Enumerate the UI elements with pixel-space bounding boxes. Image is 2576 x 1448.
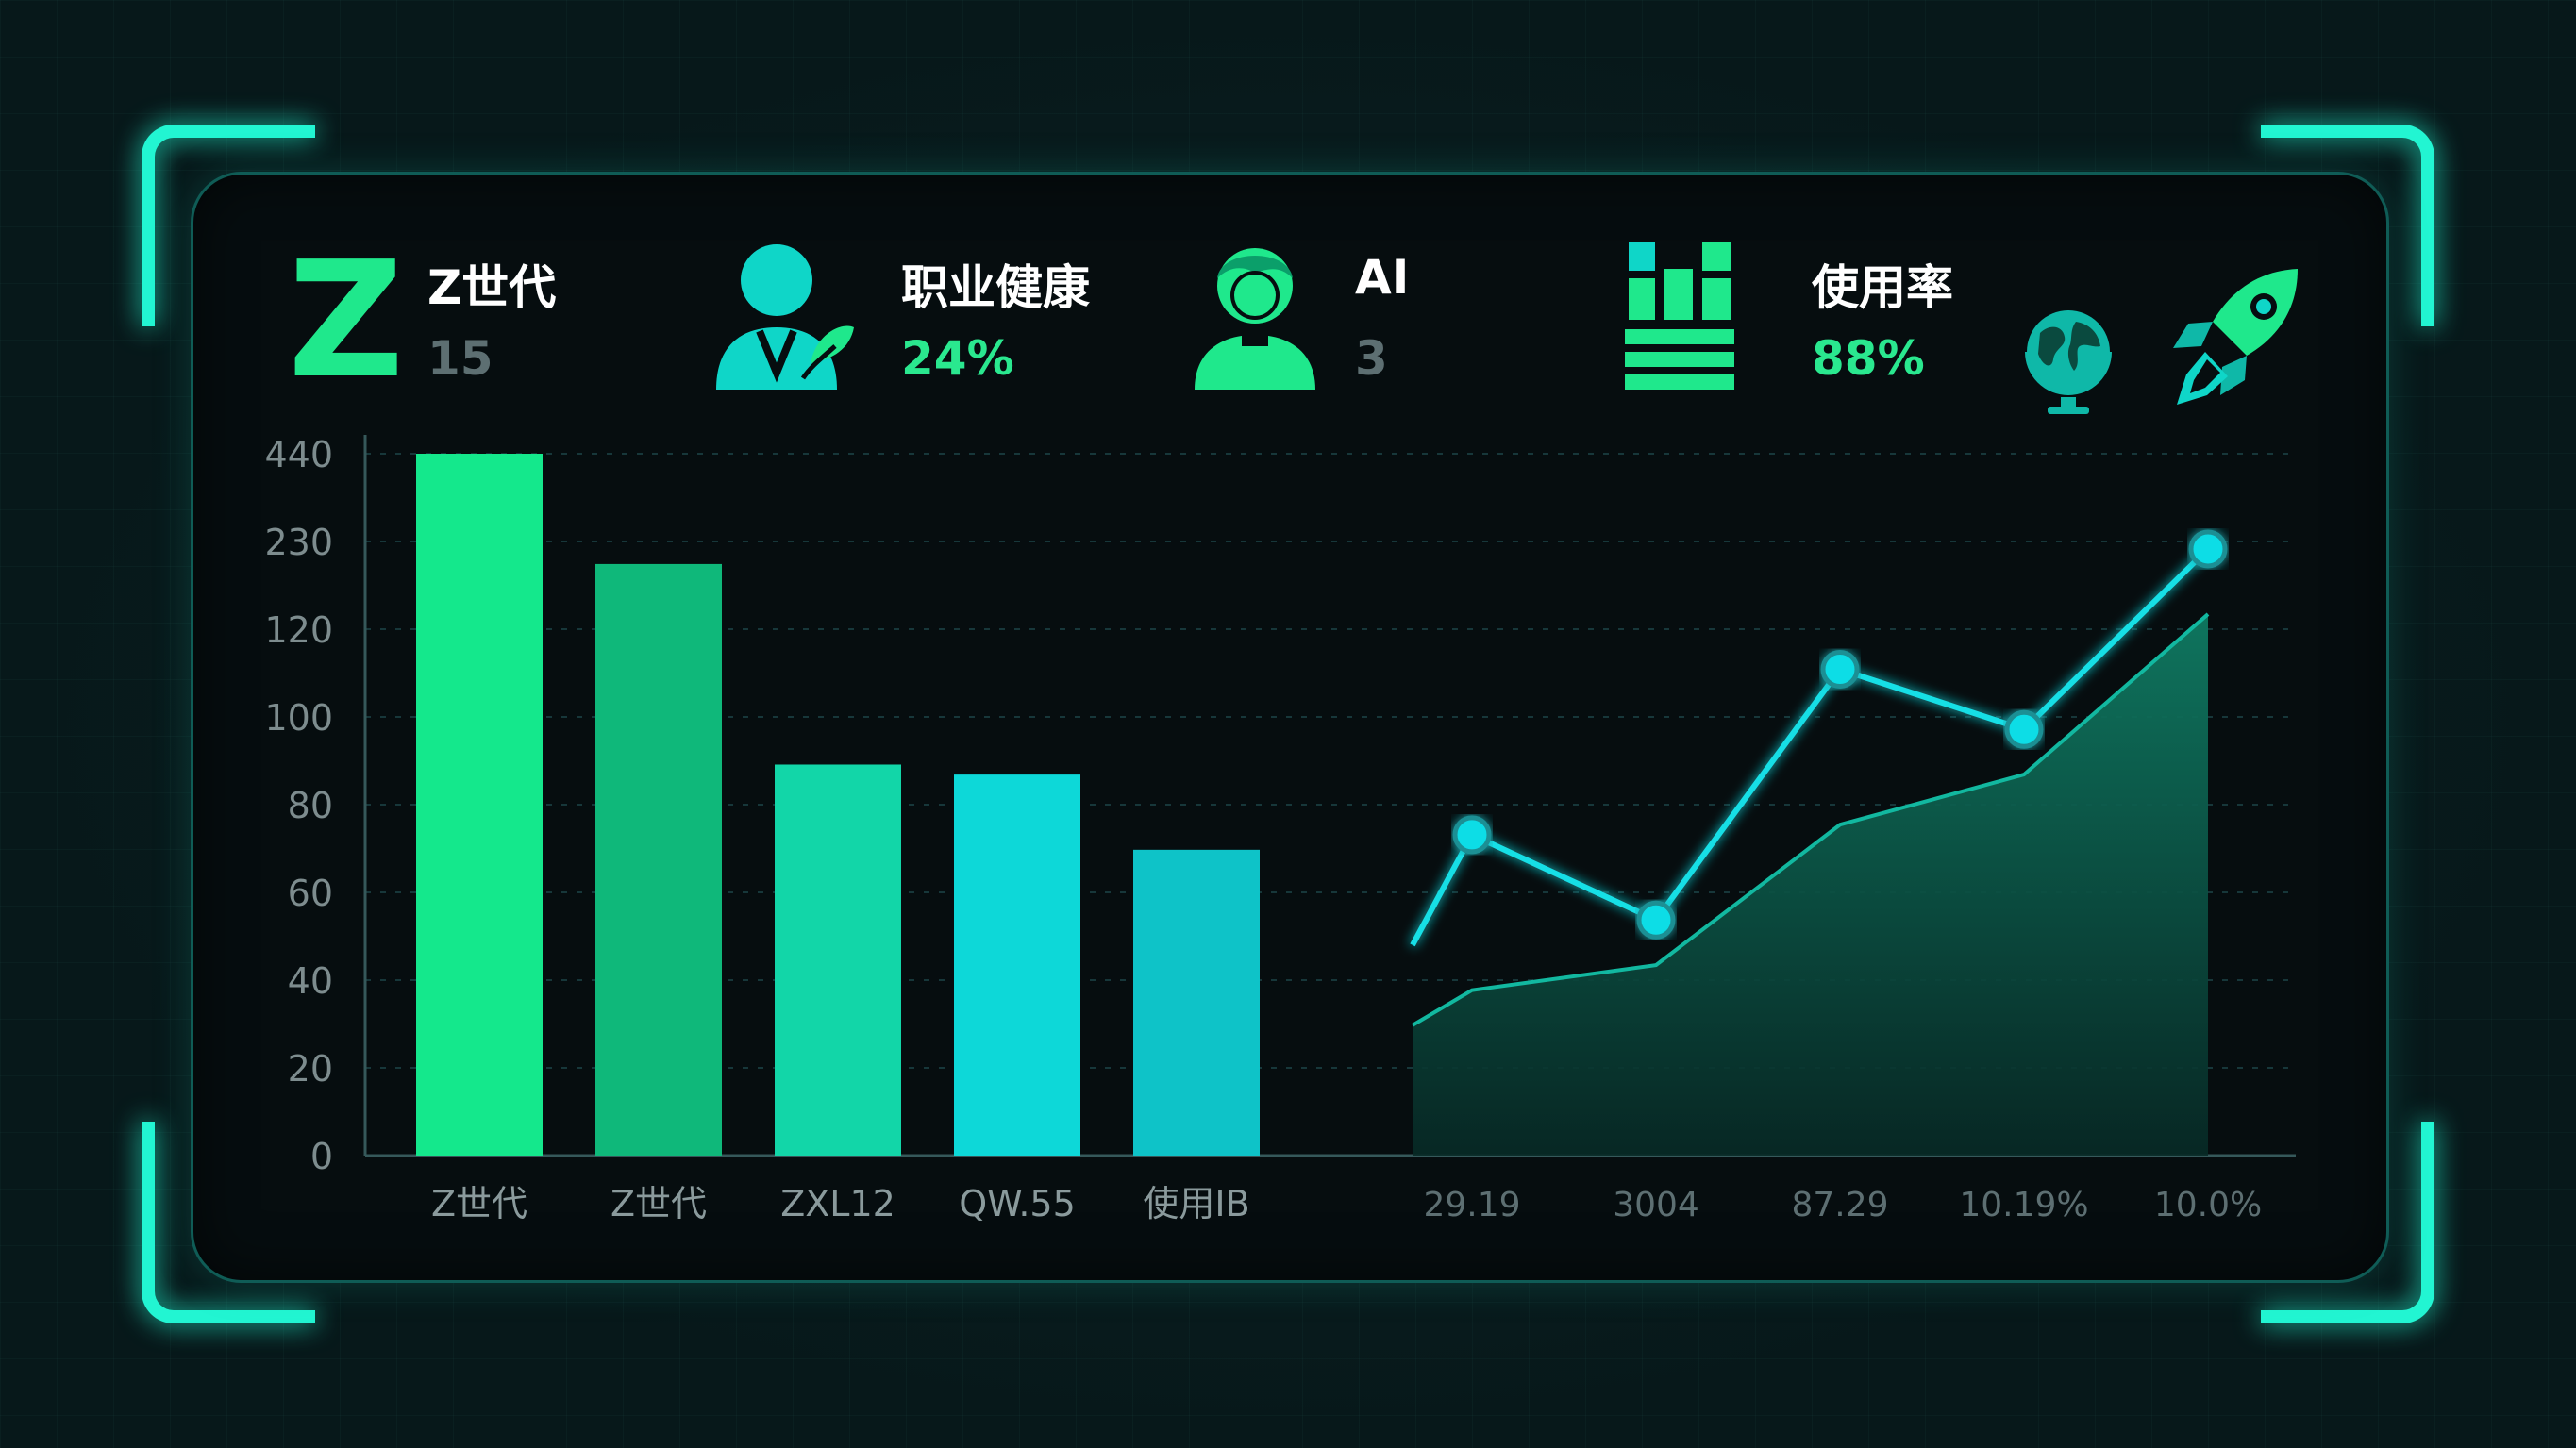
bar <box>954 774 1080 1156</box>
y-tick-label: 80 <box>288 785 333 826</box>
y-tick-label: 0 <box>310 1136 333 1177</box>
x-tick-label: ZXL12 <box>780 1183 895 1224</box>
bar <box>416 454 543 1156</box>
y-tick-label: 230 <box>264 522 333 563</box>
line-point <box>1820 650 1860 690</box>
chart-canvas: 0 20 40 60 80 100 120 230 440 Z世代 Z世代 ZXL12 QW.55 使用I… <box>264 434 2296 1224</box>
x-tick-label: 使用IB <box>1143 1183 1249 1224</box>
y-tick-label: 120 <box>264 609 333 651</box>
y-tick-label: 20 <box>288 1048 333 1090</box>
y-tick-label: 60 <box>288 873 333 914</box>
line-point <box>2188 529 2228 569</box>
x-tick-label: 87.29 <box>1791 1186 1888 1224</box>
x-tick-label: 3004 <box>1613 1186 1699 1224</box>
bar <box>1133 849 1260 1156</box>
x-tick-label: 29.19 <box>1423 1186 1520 1224</box>
x-tick-label: Z世代 <box>431 1183 527 1224</box>
y-tick-label: 440 <box>264 434 333 475</box>
bar <box>775 764 901 1156</box>
x-tick-label: QW.55 <box>959 1183 1076 1224</box>
line-point <box>1452 815 1492 855</box>
x-tick-label: Z世代 <box>611 1183 707 1224</box>
y-tick-label: 100 <box>264 697 333 739</box>
line-point <box>2004 709 2044 749</box>
x-tick-label: 10.19% <box>1959 1186 2088 1224</box>
area-series <box>1413 614 2208 1156</box>
x-tick-label: 10.0% <box>2154 1186 2262 1224</box>
y-tick-label: 40 <box>288 960 333 1002</box>
bar <box>595 563 722 1156</box>
dashboard-panel: Z Z世代 15 职业健康 24% AI 3 使用率 88% 0 20 40 6… <box>191 172 2389 1283</box>
line-point <box>1636 900 1676 940</box>
